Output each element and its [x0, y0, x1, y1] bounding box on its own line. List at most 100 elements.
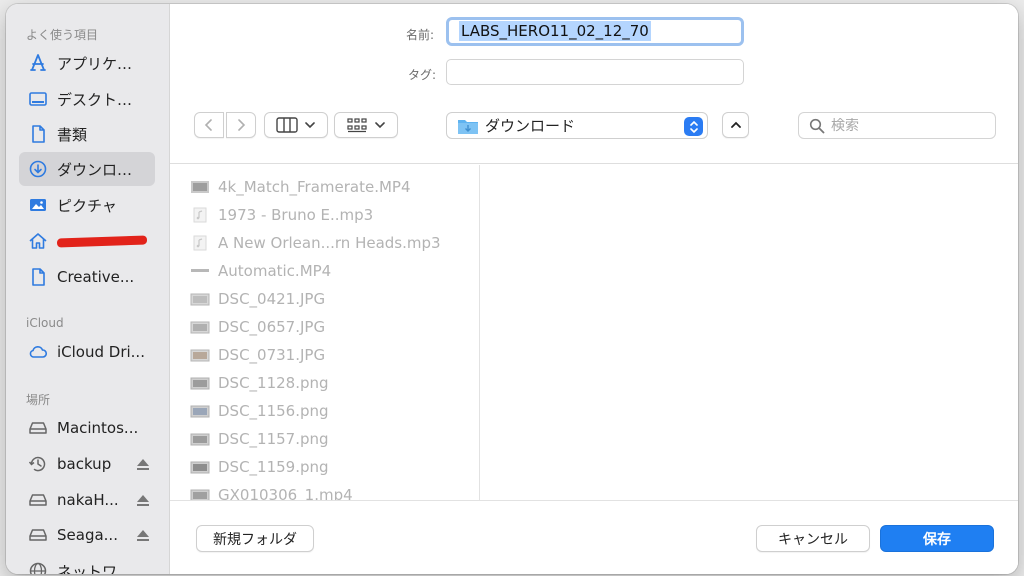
- sidebar-item-label: 書類: [57, 125, 88, 144]
- chevron-up-icon: [730, 121, 741, 128]
- save-button[interactable]: 保存: [880, 525, 994, 552]
- columns-view-icon: [276, 117, 298, 133]
- save-dialog: よく使う項目 アプリケ… デスクト… 書類 ダウンロ… ピクチャ Creativ…: [6, 4, 1018, 574]
- list-item[interactable]: DSC_1156.png: [190, 399, 329, 423]
- save-options-header: 名前: LABS_HERO11_02_12_70 タグ: ダウンロード 検索: [170, 4, 1018, 164]
- chevron-left-icon: [204, 119, 212, 131]
- drive-icon: [27, 489, 49, 511]
- pictures-icon: [27, 194, 49, 216]
- sidebar-item-seagate[interactable]: Seaga...: [19, 518, 155, 552]
- image-thumb-icon: [190, 293, 210, 306]
- network-icon: [27, 560, 49, 574]
- tags-input[interactable]: [446, 59, 744, 85]
- redaction-mark: [57, 235, 148, 248]
- sidebar-item-applications[interactable]: アプリケ…: [19, 46, 155, 80]
- audio-file-icon: [193, 235, 207, 251]
- image-thumb-icon: [190, 321, 210, 334]
- tag-label: タグ:: [408, 68, 437, 82]
- video-thumb-icon: [191, 181, 209, 193]
- search-input[interactable]: [831, 117, 981, 134]
- sidebar-item-downloads[interactable]: ダウンロ…: [19, 152, 155, 186]
- sidebar-item-label: ネットワ...: [57, 562, 132, 575]
- list-item[interactable]: GX010306_1.mp4: [190, 483, 353, 500]
- list-item[interactable]: 4k_Match_Framerate.MP4: [190, 175, 411, 199]
- eject-icon[interactable]: [135, 528, 151, 542]
- sidebar-item-label: ピクチャ: [57, 196, 117, 215]
- list-item[interactable]: 1973 - Bruno E..mp3: [190, 203, 373, 227]
- document-icon: [27, 123, 49, 145]
- file-icon: [27, 266, 49, 288]
- applications-icon: [27, 52, 49, 74]
- sidebar-item-creative[interactable]: Creative...: [19, 260, 155, 294]
- group-button[interactable]: [334, 112, 398, 138]
- drive-icon: [27, 524, 49, 546]
- new-folder-button[interactable]: 新規フォルダ: [196, 525, 314, 552]
- chevron-right-icon: [238, 119, 246, 131]
- grid-icon: [347, 118, 367, 133]
- video-thumb-icon: [191, 269, 209, 272]
- image-thumb-icon: [190, 461, 210, 474]
- sidebar-item-label: backup: [57, 455, 112, 473]
- forward-button[interactable]: [226, 112, 256, 138]
- sidebar-item-pictures[interactable]: ピクチャ: [19, 188, 155, 222]
- chevron-down-icon: [375, 122, 385, 129]
- list-item[interactable]: DSC_1128.png: [190, 371, 329, 395]
- image-thumb-icon: [190, 377, 210, 390]
- list-item[interactable]: DSC_1157.png: [190, 427, 329, 451]
- list-item[interactable]: DSC_0421.JPG: [190, 287, 325, 311]
- home-icon: [27, 230, 49, 252]
- sidebar-item-home[interactable]: [19, 224, 155, 258]
- video-thumb-icon: [190, 489, 210, 500]
- back-button[interactable]: [194, 112, 224, 138]
- sidebar-item-backup[interactable]: backup: [19, 447, 155, 481]
- location-label: ダウンロード: [485, 117, 576, 135]
- filename-input[interactable]: LABS_HERO11_02_12_70: [446, 17, 744, 46]
- image-thumb-icon: [190, 433, 210, 446]
- list-item[interactable]: DSC_1159.png: [190, 455, 329, 479]
- downloads-folder-icon: [458, 119, 478, 134]
- search-icon: [809, 118, 825, 133]
- sidebar-item-label: アプリケ…: [57, 54, 133, 73]
- cloud-icon: [27, 341, 49, 363]
- list-item[interactable]: DSC_0657.JPG: [190, 315, 325, 339]
- cancel-button[interactable]: キャンセル: [756, 525, 870, 552]
- sidebar-item-nakah[interactable]: nakaH...: [19, 483, 155, 517]
- name-label: 名前:: [406, 28, 435, 42]
- downloads-icon: [27, 158, 49, 180]
- search-field[interactable]: [798, 112, 996, 139]
- image-thumb-icon: [190, 405, 210, 418]
- view-mode-button[interactable]: [264, 112, 328, 138]
- sidebar-item-label: nakaH...: [57, 491, 119, 509]
- redacted-username: [57, 232, 155, 250]
- sidebar: よく使う項目 アプリケ… デスクト… 書類 ダウンロ… ピクチャ Creativ…: [6, 4, 170, 574]
- collapse-button[interactable]: [722, 112, 749, 138]
- preview-pane: [481, 165, 1018, 500]
- filename-selected-text: LABS_HERO11_02_12_70: [459, 21, 651, 41]
- sidebar-section-favorites: よく使う項目: [26, 28, 99, 42]
- list-item[interactable]: Automatic.MP4: [190, 259, 331, 283]
- sidebar-item-macintosh-hd[interactable]: Macintos...: [19, 411, 155, 445]
- sidebar-item-label: ダウンロ…: [57, 160, 133, 179]
- location-popup[interactable]: ダウンロード: [446, 112, 708, 139]
- desktop-icon: [27, 88, 49, 110]
- sidebar-item-documents[interactable]: 書類: [19, 117, 155, 151]
- dialog-footer: 新規フォルダ キャンセル 保存: [170, 500, 1018, 574]
- chevron-down-icon: [305, 122, 315, 129]
- sidebar-item-desktop[interactable]: デスクト…: [19, 82, 155, 116]
- image-thumb-icon: [190, 349, 210, 362]
- sidebar-item-icloud-drive[interactable]: iCloud Dri...: [19, 335, 155, 369]
- eject-icon[interactable]: [135, 493, 151, 507]
- sidebar-item-network[interactable]: ネットワ...: [19, 554, 155, 574]
- eject-icon[interactable]: [135, 457, 151, 471]
- sidebar-item-label: デスクト…: [57, 90, 133, 109]
- list-item[interactable]: DSC_0731.JPG: [190, 343, 325, 367]
- updown-stepper-icon: [684, 117, 703, 136]
- time-machine-icon: [27, 453, 49, 475]
- sidebar-item-label: Seaga...: [57, 526, 118, 544]
- sidebar-item-label: iCloud Dri...: [57, 343, 145, 361]
- sidebar-section-locations: 場所: [26, 393, 51, 407]
- drive-icon: [27, 417, 49, 439]
- sidebar-section-icloud: iCloud: [26, 316, 64, 330]
- list-item[interactable]: A New Orlean...rn Heads.mp3: [190, 231, 441, 255]
- sidebar-item-label: Creative...: [57, 268, 135, 286]
